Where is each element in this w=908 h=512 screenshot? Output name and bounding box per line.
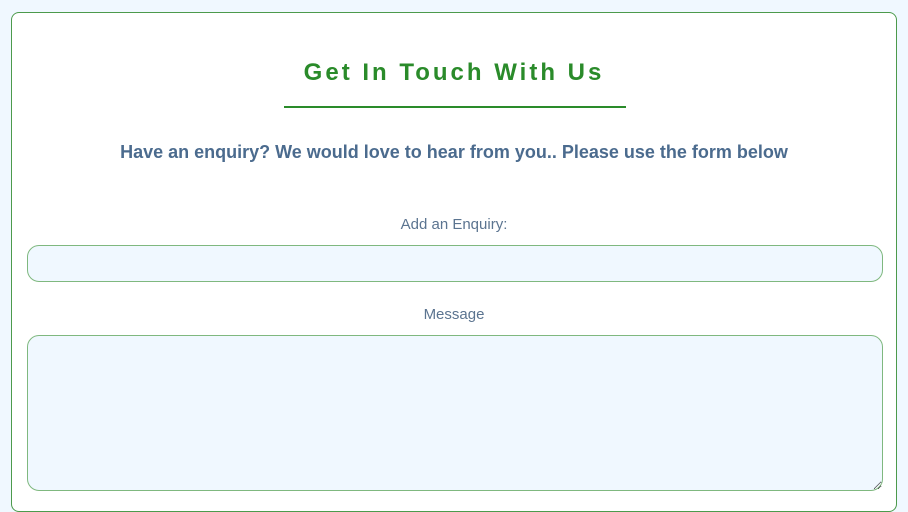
enquiry-label: Add an Enquiry: bbox=[400, 216, 508, 233]
contact-card: Get In Touch With Us Have an enquiry? We… bbox=[11, 12, 897, 512]
message-label: Message bbox=[423, 306, 485, 323]
enquiry-input[interactable] bbox=[27, 245, 883, 282]
page-title: Get In Touch With Us bbox=[303, 59, 605, 86]
page-subtitle: Have an enquiry? We would love to hear f… bbox=[120, 142, 788, 162]
title-divider bbox=[284, 106, 626, 108]
message-textarea[interactable] bbox=[27, 335, 883, 491]
